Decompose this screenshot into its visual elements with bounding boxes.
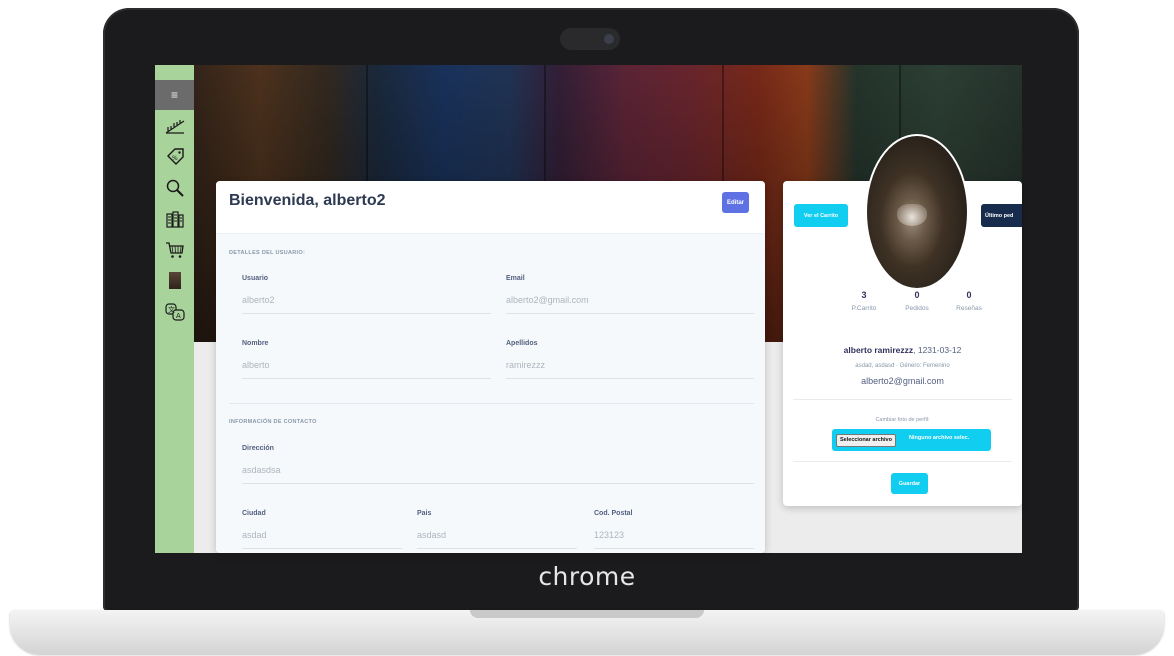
file-input[interactable]: Seleccionar archivo Ninguno archivo sele… xyxy=(832,429,991,451)
nombre-field[interactable]: alberto xyxy=(242,360,491,379)
svg-text:文: 文 xyxy=(168,305,175,314)
svg-text:%: % xyxy=(172,155,178,162)
stat-orders: 0 Pedidos xyxy=(892,290,942,312)
direccion-label: Dirección xyxy=(242,445,274,452)
card-body: DETALLES DEL USUARIO: Usuario alberto2 E… xyxy=(216,234,765,553)
buildings-icon[interactable] xyxy=(155,203,194,234)
pais-field[interactable]: asdasd xyxy=(417,530,577,549)
menu-toggle-button[interactable]: ≡ xyxy=(155,80,194,110)
section-title-user: DETALLES DEL USUARIO: xyxy=(229,250,306,256)
profile-thumbnail-image xyxy=(168,272,181,289)
ciudad-field[interactable]: asdad xyxy=(242,530,402,549)
apellidos-field[interactable]: ramirezzz xyxy=(506,360,754,379)
postal-field[interactable]: 123123 xyxy=(594,530,754,549)
profile-email: alberto2@gmail.com xyxy=(861,376,944,386)
profile-thumbnail[interactable] xyxy=(155,265,194,296)
profile-name: alberto ramirezzz xyxy=(843,345,914,355)
email-field[interactable]: alberto2@gmail.com xyxy=(506,295,754,314)
edit-button[interactable]: Editar xyxy=(722,192,749,213)
page-title: Bienvenida, alberto2 xyxy=(229,192,386,209)
last-orders-button[interactable]: Último ped xyxy=(981,204,1022,227)
stat-cart-label: P.Carrito xyxy=(851,305,877,312)
stat-orders-value: 0 xyxy=(914,290,920,300)
laptop-hinge-notch xyxy=(470,610,704,618)
webcam-icon xyxy=(604,34,614,44)
profile-birthdate: , 1231-03-12 xyxy=(913,345,962,355)
card-header: Bienvenida, alberto2 Editar xyxy=(216,181,765,234)
ruler-icon[interactable] xyxy=(155,110,194,141)
stat-cart: 3 P.Carrito xyxy=(839,290,889,312)
pais-label: Pais xyxy=(417,510,432,517)
shopping-cart-icon[interactable] xyxy=(155,234,194,265)
stat-cart-value: 3 xyxy=(861,290,867,300)
view-cart-button[interactable]: Ver el Carrito xyxy=(794,204,848,227)
apellidos-label: Apellidos xyxy=(506,340,538,347)
search-icon[interactable] xyxy=(155,172,194,203)
profile-divider xyxy=(793,461,1012,462)
translate-icon[interactable]: 文A xyxy=(155,296,194,327)
profile-meta: asdad, asdasd · Género: Femenino xyxy=(855,363,950,369)
discount-tag-icon[interactable]: % xyxy=(155,141,194,172)
profile-avatar[interactable] xyxy=(865,134,969,290)
avatar-photo-subject xyxy=(897,204,927,226)
sidebar: ≡ % 文A xyxy=(155,65,194,553)
usuario-field[interactable]: alberto2 xyxy=(242,295,491,314)
postal-label: Cod. Postal xyxy=(594,510,633,517)
save-button[interactable]: Guardar xyxy=(891,473,928,494)
svg-text:A: A xyxy=(176,312,181,320)
profile-name-line: alberto ramirezzz, 1231-03-12 xyxy=(783,345,1022,355)
stat-reviews-label: Reseñas xyxy=(956,305,982,312)
nombre-label: Nombre xyxy=(242,340,269,347)
file-status: Ninguno archivo selec. xyxy=(909,435,970,441)
choose-file-button[interactable]: Seleccionar archivo xyxy=(836,434,896,447)
user-details-card: Bienvenida, alberto2 Editar DETALLES DEL… xyxy=(216,181,765,553)
laptop-brand-logo: chrome xyxy=(538,562,636,591)
section-title-contact: INFORMACIÓN DE CONTACTO xyxy=(229,419,317,425)
photo-label: Cambiar foto de perfil: xyxy=(875,417,930,423)
stat-orders-label: Pedidos xyxy=(905,305,929,312)
usuario-label: Usuario xyxy=(242,275,269,282)
stat-reviews: 0 Reseñas xyxy=(944,290,994,312)
stat-reviews-value: 0 xyxy=(966,290,972,300)
email-label: Email xyxy=(506,275,525,282)
section-divider xyxy=(229,403,754,404)
profile-divider xyxy=(793,399,1012,400)
direccion-field[interactable]: asdasdsa xyxy=(242,465,754,484)
ciudad-label: Ciudad xyxy=(242,510,266,517)
